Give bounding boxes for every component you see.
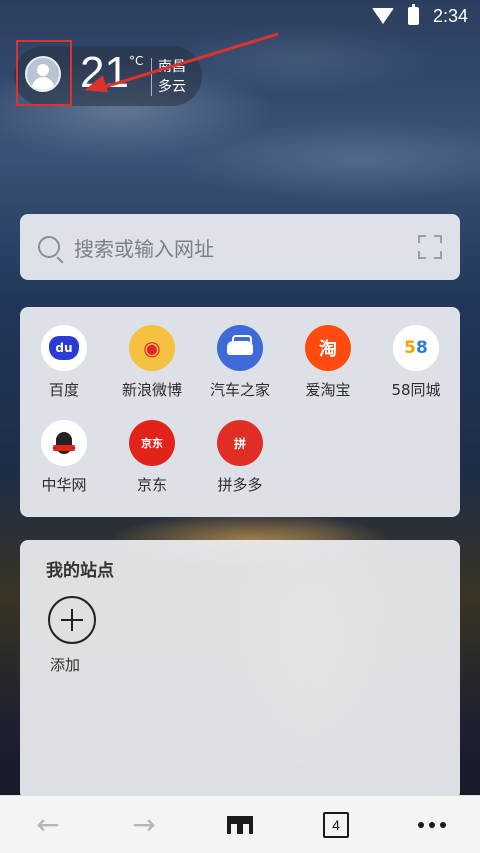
shortcut-baidu[interactable]: du 百度 — [20, 307, 108, 399]
shortcut-weibo[interactable]: ◉ 新浪微博 — [108, 307, 196, 399]
search-icon — [38, 236, 60, 258]
shortcut-58[interactable]: 58 58同城 — [372, 307, 460, 399]
back-button[interactable]: ← — [0, 796, 96, 853]
baidu-icon: du — [41, 325, 87, 371]
home-icon — [227, 815, 253, 834]
shortcut-label: 拼多多 — [217, 476, 263, 494]
shortcut-autohome[interactable]: 汽车之家 — [196, 307, 284, 399]
more-button[interactable] — [384, 796, 480, 853]
annotation-highlight-box — [16, 40, 72, 106]
search-input[interactable]: 搜索或输入网址 — [74, 233, 418, 262]
taobao-icon: 淘 — [305, 325, 351, 371]
shortcut-label: 中华网 — [41, 476, 87, 494]
shortcut-label: 新浪微博 — [121, 381, 182, 399]
arrow-left-icon: ← — [36, 808, 60, 841]
my-sites-panel: 我的站点 添加 — [20, 540, 460, 800]
shortcut-china-com[interactable]: 中华网 — [20, 402, 108, 494]
forward-button[interactable]: → — [96, 796, 192, 853]
shortcuts-panel: du 百度 ◉ 新浪微博 汽车之家 淘 爱淘宝 58 58同城 中华网 京东 京… — [20, 307, 460, 517]
shortcut-taobao[interactable]: 淘 爱淘宝 — [284, 307, 372, 399]
my-sites-title: 我的站点 — [46, 561, 114, 581]
tabs-button[interactable]: 4 — [288, 796, 384, 853]
home-button[interactable] — [192, 796, 288, 853]
shortcut-jd[interactable]: 京东 京东 — [108, 402, 196, 494]
weather-divider — [151, 58, 152, 96]
status-time: 2:34 — [432, 5, 468, 26]
pinduoduo-icon: 拼 — [217, 420, 263, 466]
bottom-navigation: ← → 4 — [0, 795, 480, 853]
shortcut-label: 汽车之家 — [209, 381, 270, 399]
weather-unit: °C — [129, 54, 144, 68]
add-site-button[interactable] — [48, 596, 96, 644]
autohome-icon — [217, 325, 263, 371]
more-icon — [418, 821, 446, 828]
weather-condition: 多云 — [158, 79, 186, 95]
shortcut-label: 百度 — [48, 381, 79, 399]
battery-icon — [407, 4, 419, 25]
search-bar[interactable]: 搜索或输入网址 — [20, 214, 460, 280]
jd-icon: 京东 — [129, 420, 175, 466]
tab-count: 4 — [323, 811, 349, 838]
shortcut-label: 京东 — [136, 476, 167, 494]
shortcut-pinduoduo[interactable]: 拼 拼多多 — [196, 402, 284, 494]
wifi-icon — [371, 8, 394, 24]
shortcut-label: 58同城 — [391, 381, 441, 399]
arrow-right-icon: → — [132, 808, 156, 841]
status-bar: 2:34 — [0, 0, 480, 32]
58-icon: 58 — [393, 325, 439, 371]
scan-icon[interactable] — [418, 235, 442, 259]
shortcut-label: 爱淘宝 — [305, 381, 351, 399]
add-site-label: 添加 — [50, 656, 81, 674]
weibo-icon: ◉ — [129, 325, 175, 371]
china-com-icon — [41, 420, 87, 466]
